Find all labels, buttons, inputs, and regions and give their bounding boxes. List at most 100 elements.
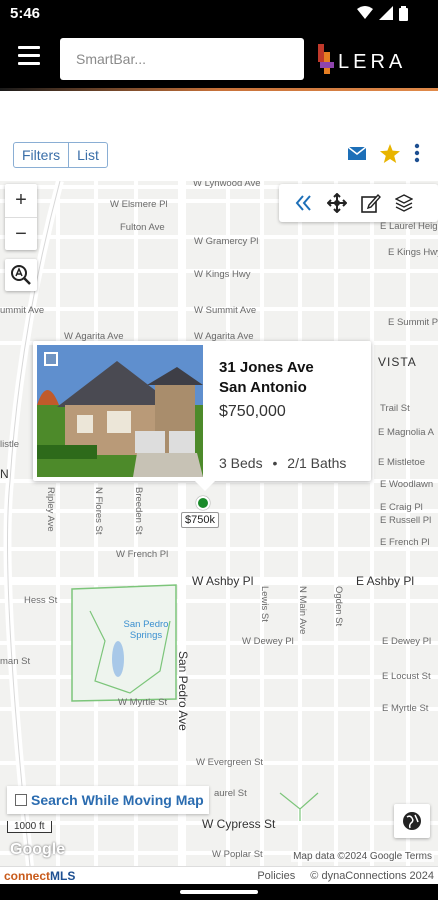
- star-icon[interactable]: [380, 143, 400, 163]
- home-gesture-handle[interactable]: [180, 890, 258, 894]
- street-label: W Myrtle St: [118, 697, 168, 708]
- globe-icon: [403, 812, 421, 830]
- status-bar: 5:46: [0, 0, 438, 28]
- view-toggle: Filters List: [13, 142, 108, 168]
- app-header: SmartBar... LERA: [0, 28, 438, 88]
- street-label: W Elsmere Pl: [110, 199, 168, 210]
- edit-icon[interactable]: [361, 193, 381, 213]
- street-label: W Poplar St: [212, 849, 263, 860]
- park-label: San Pedro Springs: [123, 619, 169, 641]
- connectmls-brand: connectMLS: [4, 869, 76, 883]
- street-label: E Myrtle St: [382, 703, 429, 714]
- zoom-reset-button[interactable]: [5, 259, 37, 291]
- street-label: E Locust St: [382, 671, 431, 682]
- street-label: Trail St: [380, 403, 410, 414]
- street-label: Fulton Ave: [120, 222, 165, 233]
- map-tools: [279, 184, 438, 222]
- listing-beds: 3 Beds: [219, 455, 263, 471]
- logo-text: LERA: [338, 51, 406, 73]
- street-label: man St: [0, 656, 31, 667]
- street-label: E Laurel Height: [380, 221, 438, 232]
- street-label: San Pedro Ave: [176, 651, 190, 731]
- street-label: W Lynwood Ave: [193, 181, 261, 189]
- map-view[interactable]: W Lynwood Ave W Elsmere Pl Fulton Ave W …: [0, 181, 438, 866]
- map-scale: 1000 ft: [7, 821, 52, 833]
- street-label: W Evergreen St: [196, 757, 264, 768]
- signal-icon: [379, 6, 393, 20]
- search-while-moving-label: Search While Moving Map: [31, 792, 204, 808]
- status-icons: [357, 6, 408, 21]
- pin-price-label[interactable]: $750k: [181, 512, 219, 528]
- listing-address-line1: 31 Jones Ave: [219, 359, 314, 376]
- area-label: VISTA: [378, 355, 417, 369]
- battery-icon: [399, 6, 408, 21]
- street-label: E Magnolia A: [378, 427, 434, 438]
- lera-logo: LERA: [318, 44, 406, 74]
- filters-button[interactable]: Filters: [14, 143, 68, 167]
- listing-photo[interactable]: [37, 345, 203, 477]
- street-label: E Mistletoe: [378, 457, 425, 468]
- street-label: Ogden St: [333, 586, 344, 627]
- more-vertical-icon[interactable]: [414, 143, 420, 163]
- search-while-moving-toggle[interactable]: Search While Moving Map: [7, 786, 209, 814]
- zoom-in-button[interactable]: +: [5, 184, 37, 217]
- list-button[interactable]: List: [68, 143, 107, 167]
- layers-icon[interactable]: [395, 194, 413, 212]
- street-label: E Kings Hwy: [388, 247, 438, 258]
- system-nav-bar: [0, 884, 438, 900]
- street-label: E Russell Pl: [380, 515, 432, 526]
- street-label: Lewis St: [259, 586, 270, 622]
- street-label: N: [0, 467, 9, 481]
- map-type-button[interactable]: [394, 804, 430, 838]
- street-label: W French Pl: [116, 549, 169, 560]
- google-logo: Google: [10, 841, 66, 858]
- move-icon[interactable]: [327, 193, 347, 213]
- street-label: E Ashby Pl: [356, 574, 415, 588]
- street-label: E Summit Pl: [388, 317, 438, 328]
- map-attribution[interactable]: Map data ©2024 Google Terms: [291, 851, 434, 862]
- toolbar-icons: [348, 143, 420, 163]
- street-label: E Woodlawn: [380, 479, 434, 490]
- search-while-moving-checkbox[interactable]: [15, 794, 27, 806]
- listing-meta: 3 Beds • 2/1 Baths: [219, 455, 346, 471]
- street-label: W Ashby Pl: [192, 574, 254, 588]
- listing-price: $750,000: [219, 403, 286, 420]
- street-label: ummit Ave: [0, 305, 45, 316]
- status-time: 5:46: [10, 5, 41, 22]
- policies-link[interactable]: Policies: [257, 870, 295, 882]
- select-checkbox[interactable]: [44, 352, 58, 366]
- street-label: W Summit Ave: [194, 305, 257, 316]
- zoom-out-button[interactable]: −: [5, 217, 37, 250]
- street-label: E Dewey Pl: [382, 636, 432, 647]
- smartbar-input[interactable]: SmartBar...: [60, 38, 304, 80]
- copyright-text: © dynaConnections 2024: [310, 870, 434, 882]
- listing-baths: 2/1 Baths: [287, 455, 347, 471]
- menu-icon[interactable]: [18, 46, 42, 66]
- wifi-icon: [357, 6, 373, 19]
- street-label: E French Pl: [380, 537, 430, 548]
- park-area: [71, 584, 177, 702]
- listing-popup[interactable]: 31 Jones Ave San Antonio $750,000 3 Beds…: [33, 341, 371, 491]
- app-footer: connectMLS Policies © dynaConnections 20…: [0, 866, 438, 884]
- street-label: W Cypress St: [202, 817, 276, 831]
- street-label: N Main Ave: [297, 586, 308, 635]
- house-image: [37, 345, 203, 477]
- view-toolbar: Filters List: [0, 91, 438, 181]
- footer-links: Policies © dynaConnections 2024: [257, 870, 434, 882]
- street-label: W Dewey Pl: [242, 636, 294, 647]
- street-label: N Flores St: [93, 487, 104, 535]
- street-label: E Craig Pl: [380, 502, 423, 513]
- street-label: W Kings Hwy: [194, 269, 251, 280]
- bullet-separator: •: [272, 455, 278, 471]
- street-label: aurel St: [214, 788, 247, 799]
- street-label: Ripley Ave: [45, 487, 56, 532]
- street-label: Breeden St: [133, 487, 144, 535]
- mail-icon[interactable]: [348, 146, 366, 160]
- listing-pin[interactable]: [196, 496, 210, 510]
- street-label: Hess St: [24, 595, 58, 606]
- listing-address-line2: San Antonio: [219, 379, 307, 396]
- street-label: W Gramercy Pl: [194, 236, 259, 247]
- double-chevron-left-icon[interactable]: [295, 195, 313, 211]
- magnifier-icon: [11, 265, 31, 285]
- street-label: listle: [0, 439, 20, 450]
